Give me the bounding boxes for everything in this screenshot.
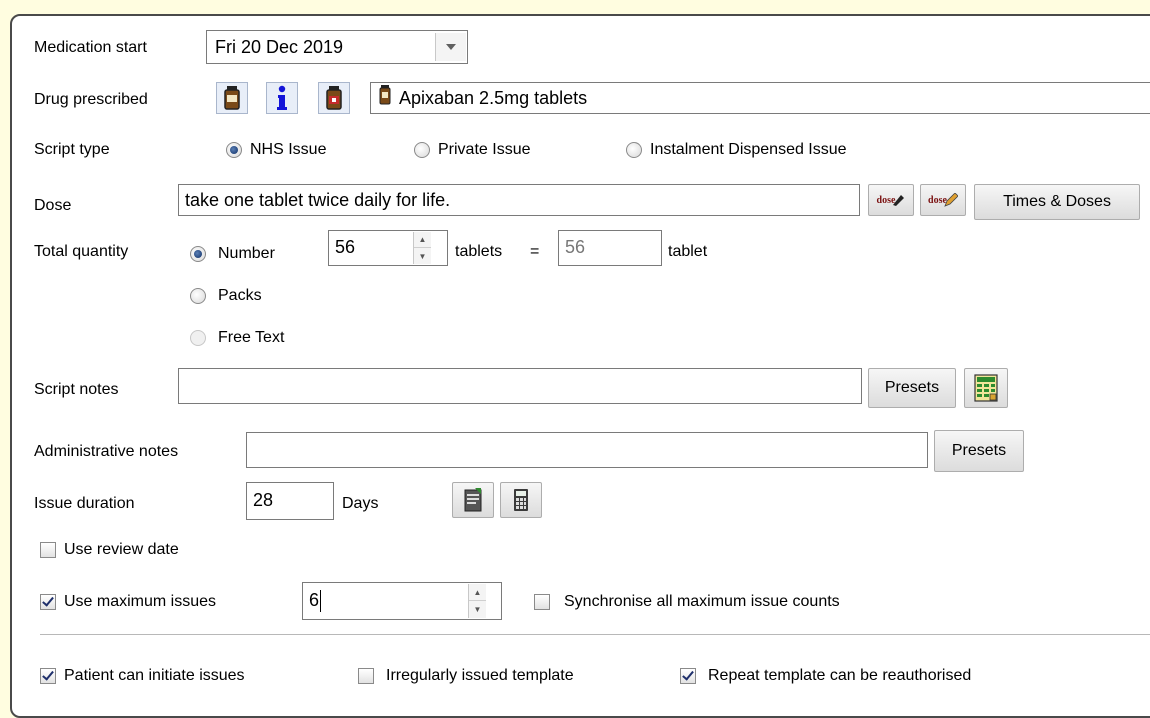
equals-label: =: [530, 243, 540, 260]
issue-duration-label: Issue duration: [34, 495, 135, 512]
repeat-reauthorised-checkbox[interactable]: [680, 668, 696, 684]
packs-option-label: Packs: [218, 287, 262, 304]
dose-input[interactable]: take one tablet twice daily for life.: [178, 184, 860, 216]
stepper-down-icon[interactable]: ▼: [469, 601, 486, 618]
synchronise-label: Synchronise all maximum issue counts: [564, 593, 840, 610]
medication-start-label: Medication start: [34, 39, 147, 56]
use-review-date-checkbox[interactable]: [40, 542, 56, 558]
nhs-issue-label: NHS Issue: [250, 141, 327, 158]
synchronise-checkbox[interactable]: [534, 594, 550, 610]
issue-duration-value: 28: [253, 490, 274, 510]
dose-value: take one tablet twice daily for life.: [185, 190, 451, 210]
stepper-up-icon[interactable]: ▲: [469, 584, 486, 601]
free-text-option-label: Free Text: [218, 329, 285, 346]
notes-pad-icon[interactable]: [452, 482, 494, 518]
radio-number[interactable]: [190, 246, 206, 262]
prescription-panel: [10, 14, 1150, 718]
maximum-issues-stepper[interactable]: ▲ ▼: [468, 584, 486, 618]
radio-packs[interactable]: [190, 288, 206, 304]
patient-can-initiate-checkbox[interactable]: [40, 668, 56, 684]
instalment-dispensed-issue-label: Instalment Dispensed Issue: [650, 141, 847, 158]
drug-bottle-icon[interactable]: [216, 82, 248, 114]
irregularly-issued-label: Irregularly issued template: [386, 667, 574, 684]
number-option-label: Number: [218, 245, 275, 262]
repeat-reauthorised-label: Repeat template can be reauthorised: [708, 667, 972, 684]
use-maximum-issues-label: Use maximum issues: [64, 593, 217, 610]
dropdown-arrow-icon[interactable]: [435, 33, 466, 61]
drug-prescribed-value: Apixaban 2.5mg tablets: [399, 88, 588, 108]
quantity-stepper[interactable]: ▲ ▼: [413, 232, 431, 264]
medication-start-value: Fri 20 Dec 2019: [215, 37, 344, 57]
script-notes-label: Script notes: [34, 381, 119, 398]
radio-private-issue[interactable]: [414, 142, 430, 158]
administrative-notes-presets-button[interactable]: Presets: [934, 430, 1024, 472]
script-notes-input[interactable]: [178, 368, 862, 404]
private-issue-label: Private Issue: [438, 141, 531, 158]
administrative-notes-label: Administrative notes: [34, 443, 179, 460]
dose-edit-icon[interactable]: dose: [868, 184, 914, 216]
total-quantity-label: Total quantity: [34, 243, 129, 260]
calculator-spreadsheet-icon[interactable]: [964, 368, 1008, 408]
info-icon[interactable]: [266, 82, 298, 114]
medication-start-select[interactable]: Fri 20 Dec 2019: [206, 30, 468, 64]
days-unit-label: Days: [342, 495, 379, 512]
drug-prescribed-label: Drug prescribed: [34, 91, 148, 108]
issue-duration-input[interactable]: 28: [246, 482, 334, 520]
stepper-up-icon[interactable]: ▲: [414, 232, 431, 248]
dose-label: Dose: [34, 197, 72, 214]
radio-free-text[interactable]: [190, 330, 206, 346]
stepper-down-icon[interactable]: ▼: [414, 248, 431, 264]
computed-quantity-field: 56: [558, 230, 662, 266]
maximum-issues-value: 6: [309, 590, 320, 610]
radio-instalment-dispensed-issue[interactable]: [626, 142, 642, 158]
radio-nhs-issue[interactable]: [226, 142, 242, 158]
divider: [40, 634, 1150, 635]
times-doses-button[interactable]: Times & Doses: [974, 184, 1140, 220]
calculator-icon[interactable]: [500, 482, 542, 518]
administrative-notes-input[interactable]: [246, 432, 928, 468]
bottle-red-label-icon[interactable]: [318, 82, 350, 114]
dose-pencil-icon[interactable]: dose: [920, 184, 966, 216]
script-type-label: Script type: [34, 141, 110, 158]
tablet-unit-label: tablet: [668, 243, 708, 260]
use-maximum-issues-checkbox[interactable]: [40, 594, 56, 610]
script-notes-presets-button[interactable]: Presets: [868, 368, 956, 408]
drug-small-bottle-icon: [379, 84, 391, 113]
tablets-unit-label: tablets: [455, 243, 503, 260]
patient-can-initiate-label: Patient can initiate issues: [64, 667, 245, 684]
quantity-number-value: 56: [335, 237, 356, 257]
irregularly-issued-checkbox[interactable]: [358, 668, 374, 684]
use-review-date-label: Use review date: [64, 541, 179, 558]
drug-prescribed-field[interactable]: Apixaban 2.5mg tablets: [370, 82, 1150, 114]
